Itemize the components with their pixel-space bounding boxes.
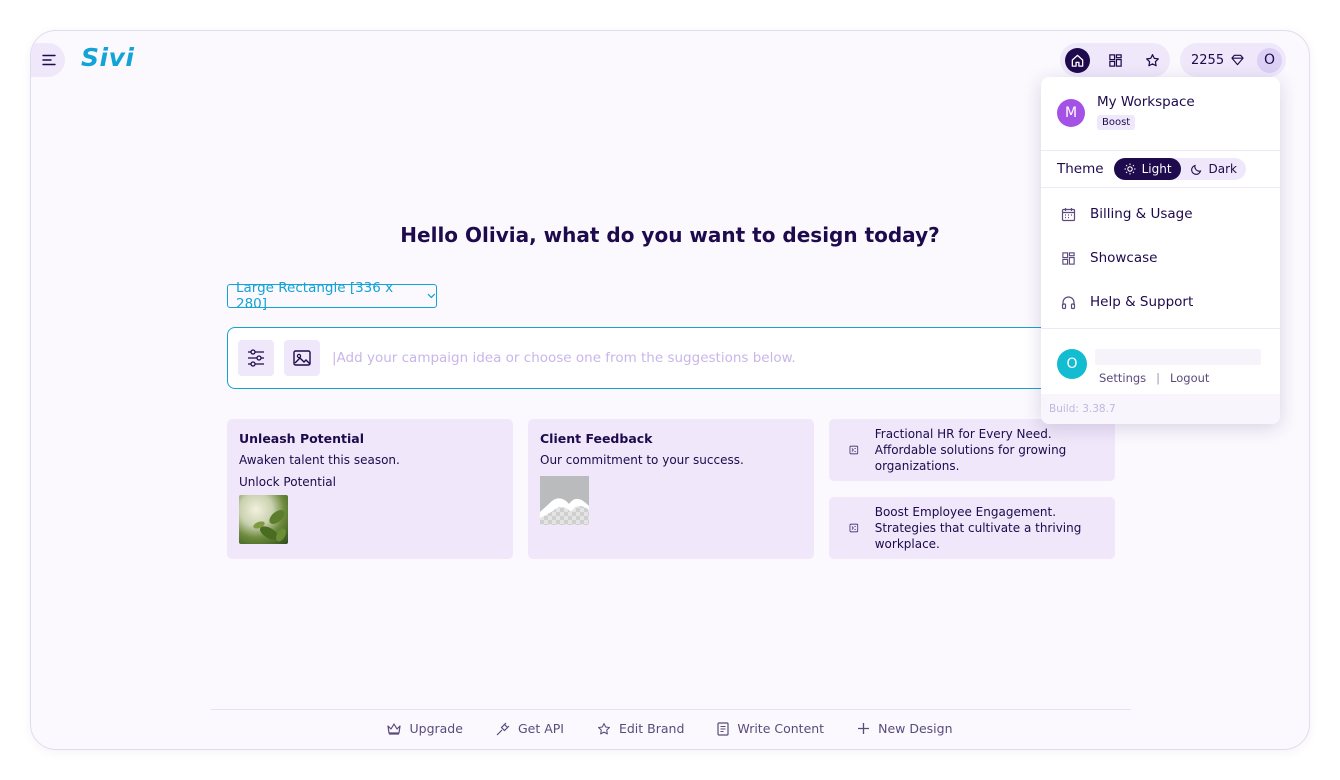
- suggestion-card[interactable]: Fractional HR for Every Need. Affordable…: [829, 419, 1115, 481]
- favorites-button[interactable]: [1140, 48, 1165, 73]
- user-name-placeholder: [1095, 349, 1261, 365]
- menu-item-label: Billing & Usage: [1090, 206, 1193, 222]
- crown-icon: [387, 723, 402, 735]
- theme-row: Theme Light Dark: [1041, 151, 1280, 188]
- suggestion-title: Client Feedback: [540, 431, 653, 446]
- get-api-link[interactable]: Get API: [496, 721, 564, 736]
- showcase-button[interactable]: [1103, 48, 1128, 73]
- new-design-link[interactable]: New Design: [857, 721, 953, 736]
- calendar-icon: [1061, 207, 1076, 221]
- write-content-link[interactable]: Write Content: [717, 721, 824, 736]
- theme-dark-label: Dark: [1208, 162, 1238, 176]
- sun-icon: [1124, 163, 1136, 175]
- plug-icon: [496, 722, 510, 735]
- prompt-terminal-icon: [849, 445, 859, 455]
- grid-icon: [1062, 251, 1075, 265]
- size-select[interactable]: Large Rectangle [336 x 280]: [227, 280, 437, 312]
- hamburger-icon: [42, 54, 56, 66]
- workspace-section[interactable]: M My Workspace Boost: [1041, 77, 1280, 151]
- prompt-box: [227, 327, 1087, 389]
- plan-badge: Boost: [1097, 115, 1136, 130]
- diamond-icon: [1231, 54, 1244, 66]
- write-content-label: Write Content: [737, 721, 825, 736]
- suggestion-text: Awaken talent this season.: [239, 453, 400, 467]
- suggestion-card[interactable]: Unleash Potential Awaken talent this sea…: [227, 419, 513, 559]
- menu-item-showcase[interactable]: Showcase: [1041, 236, 1280, 280]
- credits-pill[interactable]: 2255 O: [1180, 43, 1286, 77]
- suggestion-text: Boost Employee Engagement. Strategies th…: [874, 505, 1082, 551]
- user-section: O Settings | Logout: [1041, 329, 1280, 401]
- new-design-label: New Design: [878, 721, 953, 736]
- menu-item-help[interactable]: Help & Support: [1041, 280, 1280, 324]
- suggestion-title: Unleash Potential: [239, 431, 365, 446]
- home-icon: [1071, 54, 1084, 67]
- sliders-icon: [248, 349, 264, 367]
- prompt-terminal-icon: [849, 523, 859, 533]
- home-button[interactable]: [1065, 47, 1090, 73]
- suggestion-text: Fractional HR for Every Need. Affordable…: [874, 427, 1067, 473]
- menu-item-label: Help & Support: [1090, 294, 1194, 310]
- grid-icon: [1108, 53, 1122, 67]
- build-version: Build: 3.38.7: [1041, 394, 1280, 424]
- separator: |: [1156, 371, 1161, 385]
- moon-icon: [1190, 164, 1201, 175]
- star-icon: [598, 722, 610, 734]
- get-api-label: Get API: [517, 721, 564, 736]
- plus-icon: [858, 723, 870, 734]
- suggestion-card[interactable]: Client Feedback Our commitment to your s…: [528, 419, 814, 559]
- user-avatar: O: [1057, 349, 1087, 379]
- menu-item-billing[interactable]: Billing & Usage: [1041, 192, 1280, 236]
- suggestion-text: Unlock Potential: [239, 475, 336, 489]
- image-upload-button[interactable]: [284, 340, 320, 376]
- settings-link[interactable]: Settings: [1099, 371, 1146, 385]
- star-icon: [1146, 53, 1159, 66]
- upgrade-link[interactable]: Upgrade: [387, 721, 463, 736]
- document-icon: [717, 721, 729, 736]
- workspace-name: My Workspace: [1097, 94, 1195, 110]
- campaign-idea-input[interactable]: [332, 350, 892, 366]
- user-avatar-button[interactable]: O: [1257, 47, 1282, 73]
- sivi-logo[interactable]: Sivi: [81, 43, 134, 72]
- theme-dark-option[interactable]: Dark: [1181, 158, 1246, 180]
- edit-brand-link[interactable]: Edit Brand: [597, 721, 684, 736]
- suggestion-card[interactable]: Boost Employee Engagement. Strategies th…: [829, 497, 1115, 559]
- theme-toggle: Light Dark: [1113, 158, 1247, 180]
- profile-dropdown: M My Workspace Boost Theme Light Dark Bi…: [1041, 77, 1280, 424]
- credits-count: 2255: [1191, 52, 1225, 68]
- logout-link[interactable]: Logout: [1170, 371, 1209, 385]
- suggestion-text: Our commitment to your success.: [540, 453, 744, 467]
- app-window: Sivi 2255 O Hello Olivia, what do you wa…: [30, 30, 1310, 750]
- theme-label: Theme: [1057, 161, 1104, 177]
- placeholder-image-icon: [540, 476, 589, 525]
- edit-brand-label: Edit Brand: [618, 721, 685, 736]
- headphones-icon: [1061, 295, 1076, 309]
- settings-sliders-button[interactable]: [238, 340, 274, 376]
- workspace-avatar: M: [1057, 99, 1085, 127]
- theme-light-option[interactable]: Light: [1113, 158, 1181, 180]
- chevron-down-icon: [427, 293, 436, 299]
- size-select-value: Large Rectangle [336 x 280]: [236, 280, 394, 312]
- theme-light-label: Light: [1141, 162, 1172, 176]
- menu-item-label: Showcase: [1090, 250, 1158, 266]
- footer-divider: [211, 709, 1131, 710]
- footer-actions: Upgrade Get API Edit Brand Write Content…: [31, 721, 1309, 736]
- menu-button[interactable]: [31, 43, 65, 77]
- upgrade-label: Upgrade: [409, 721, 463, 736]
- suggestion-thumbnail: [239, 495, 288, 544]
- dropdown-menu: Billing & Usage Showcase Help & Support: [1041, 188, 1280, 329]
- nav-pill: [1060, 43, 1170, 77]
- image-icon: [293, 350, 311, 366]
